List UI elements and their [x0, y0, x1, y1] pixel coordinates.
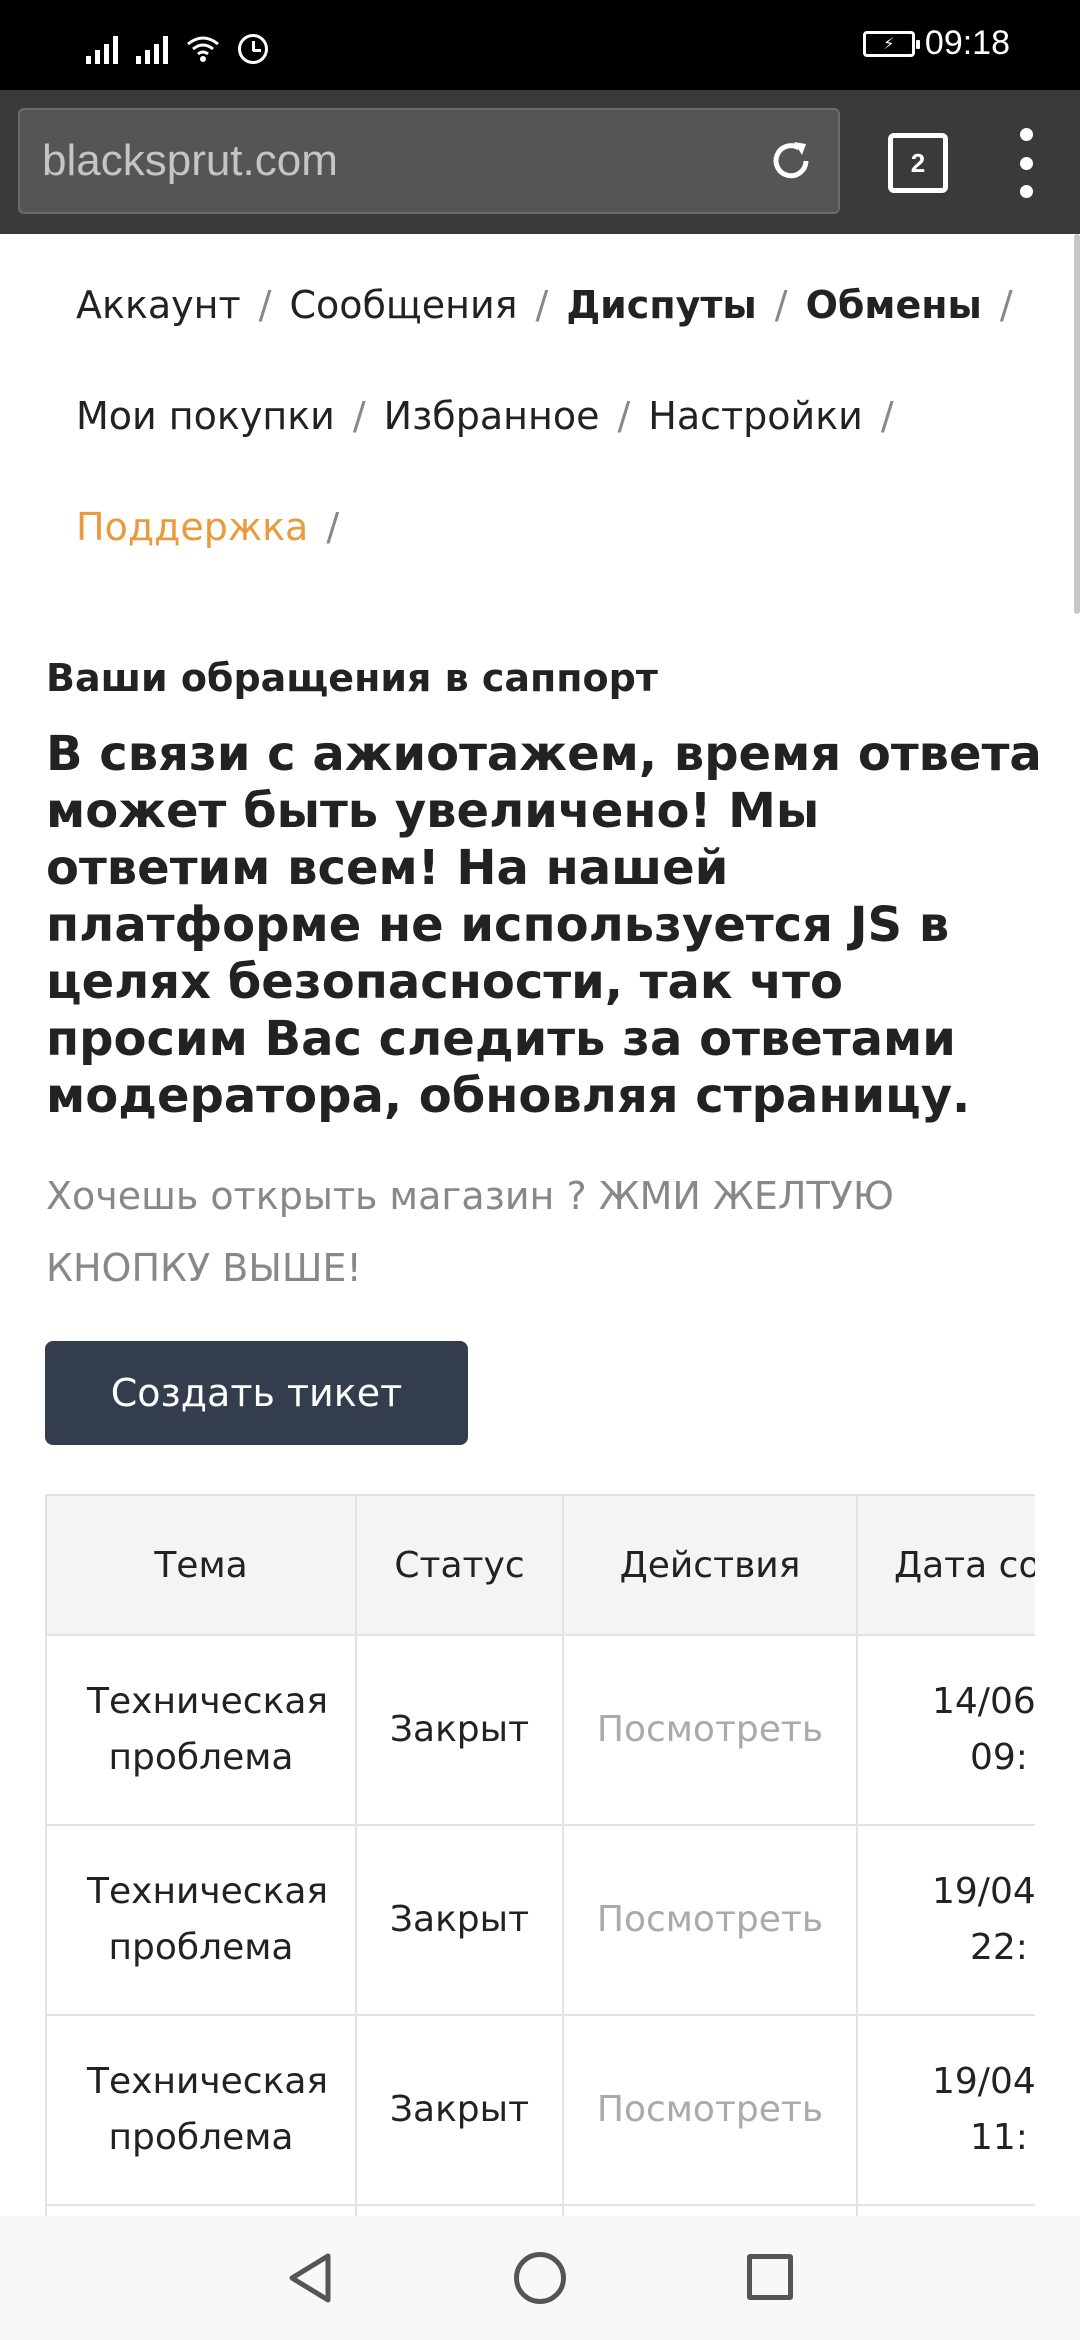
ticket-date: 19/04 22: — [856, 1824, 1035, 2016]
ticket-date-line: 19/04 — [932, 1871, 1035, 1912]
system-navigation-bar — [0, 2216, 1080, 2340]
account-nav: Аккаунт / Сообщения / Диспуты / Обмены / Мои по… — [76, 250, 1056, 583]
ticket-topic: Техническая проблема — [45, 1634, 357, 1826]
back-icon[interactable] — [288, 2252, 332, 2304]
view-ticket-link[interactable]: Посмотреть — [562, 1824, 858, 2016]
battery-charging-icon: ⚡ — [862, 30, 920, 57]
ticket-status: Закрыт — [355, 1634, 564, 1826]
nav-separator: / — [535, 283, 549, 327]
ticket-date-line: 19/04 — [932, 2061, 1035, 2102]
table-row: Техническая проблема Закрыт Посмотреть 1… — [45, 1824, 1035, 2016]
ticket-date-line: 14/06 — [932, 1681, 1035, 1722]
table-row — [45, 2204, 1035, 2216]
nav-item-messages[interactable]: Сообщения — [289, 283, 517, 327]
nav-item-exchanges[interactable]: Обмены — [806, 283, 982, 327]
signal-icon — [136, 34, 168, 64]
status-bar: ⚡ 09:18 — [0, 0, 1080, 90]
nav-separator: / — [326, 505, 340, 549]
ticket-status: Закрыт — [355, 2014, 564, 2206]
status-time: 09:18 — [924, 24, 1010, 62]
nav-item-favorites[interactable]: Избранное — [384, 394, 600, 438]
page-scrollbar[interactable] — [1074, 234, 1080, 614]
home-icon[interactable] — [514, 2252, 566, 2304]
nav-item-disputes[interactable]: Диспуты — [566, 283, 756, 327]
column-header-date: Дата со — [856, 1494, 1035, 1636]
tickets-table: Тема Статус Действия Дата со Техническая… — [45, 1494, 1035, 2216]
browser-toolbar: blacksprut.com 2 — [0, 90, 1080, 234]
ticket-time-line: 22: — [970, 1927, 1028, 1968]
view-ticket-link[interactable]: Посмотреть — [562, 1634, 858, 1826]
nav-separator: / — [258, 283, 272, 327]
overflow-menu-icon[interactable] — [1013, 128, 1039, 198]
ticket-time-line: 09: — [970, 1737, 1028, 1778]
tab-count: 2 — [910, 147, 926, 178]
create-ticket-button[interactable]: Создать тикет — [45, 1341, 468, 1445]
view-ticket-link[interactable]: Посмотреть — [562, 2014, 858, 2206]
nav-item-support[interactable]: Поддержка — [76, 505, 308, 549]
table-row: Техническая проблема Закрыт Посмотреть 1… — [45, 1634, 1035, 1826]
ticket-topic: Техническая проблема — [45, 1824, 357, 2016]
alarm-icon — [238, 34, 268, 64]
wifi-icon — [187, 36, 219, 62]
table-row: Техническая проблема Закрыт Посмотреть 1… — [45, 2014, 1035, 2206]
nav-separator: / — [352, 394, 366, 438]
ticket-time-line: 11: — [970, 2117, 1028, 2158]
nav-item-settings[interactable]: Настройки — [648, 394, 863, 438]
status-icons — [86, 28, 268, 64]
ticket-status: Закрыт — [355, 1824, 564, 2016]
nav-separator: / — [617, 394, 631, 438]
nav-separator: / — [880, 394, 894, 438]
nav-separator: / — [774, 283, 788, 327]
table-header-row: Тема Статус Действия Дата со — [45, 1494, 1035, 1636]
url-text[interactable]: blacksprut.com — [42, 136, 338, 186]
signal-icon — [86, 34, 118, 64]
nav-item-purchases[interactable]: Мои покупки — [76, 394, 335, 438]
tabs-icon[interactable]: 2 — [888, 133, 948, 193]
tickets-table-container[interactable]: Тема Статус Действия Дата со Техническая… — [45, 1494, 1035, 2216]
column-header-topic: Тема — [45, 1494, 357, 1636]
ticket-topic: Техническая проблема — [45, 2014, 357, 2206]
nav-separator: / — [999, 283, 1013, 327]
recent-apps-icon[interactable] — [747, 2254, 793, 2300]
promo-text: Хочешь открыть магазин ? ЖМИ ЖЕЛТУЮ КНОП… — [46, 1174, 894, 1290]
notice-text: В связи с ажиотажем, время ответа может … — [46, 726, 1042, 1124]
address-bar[interactable]: blacksprut.com — [18, 108, 840, 214]
column-header-actions: Действия — [562, 1494, 858, 1636]
section-title: Ваши обращения в саппорт — [46, 656, 658, 700]
ticket-date: 14/06 09: — [856, 1634, 1035, 1826]
reload-icon[interactable] — [766, 136, 816, 186]
nav-item-account[interactable]: Аккаунт — [76, 283, 241, 327]
ticket-date: 19/04 11: — [856, 2014, 1035, 2206]
column-header-status: Статус — [355, 1494, 564, 1636]
